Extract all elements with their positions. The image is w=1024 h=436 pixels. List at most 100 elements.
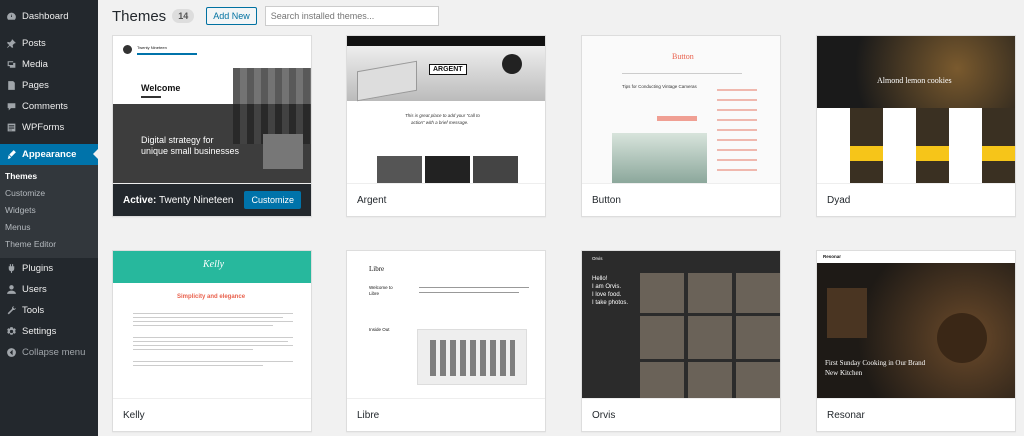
active-label: Active: [123,194,157,206]
preview-headline-2: unique small businesses [141,146,240,156]
theme-name: Twenty Nineteen [158,194,234,206]
submenu-theme-editor[interactable]: Theme Editor [0,236,98,253]
preview-logo: Button [672,52,694,61]
add-new-button[interactable]: Add New [206,7,257,25]
hero-image [417,329,527,385]
theme-card-kelly[interactable]: Kelly Simplicity and elegance Kelly [112,250,312,432]
sidebar-item-label: Posts [22,38,46,49]
sidebar-item-appearance[interactable]: Appearance [0,144,98,165]
brush-icon [5,149,17,161]
preview-welcome-1: Welcome to [369,285,393,290]
sidebar-item-comments[interactable]: Comments [0,96,98,117]
admin-sidebar: Dashboard Posts Media Pages Comments WPF… [0,0,98,436]
submenu-themes[interactable]: Themes [0,168,98,185]
preview-hero-title: Almond lemon cookies [877,76,952,85]
sidebar-item-label: Tools [22,305,45,316]
hero-image: ARGENT [347,46,545,102]
sidebar-item-label: WPForms [22,122,65,133]
preview-welcome: Welcome [141,83,181,93]
theme-card-orvis[interactable]: Orvis Hello! I am Orvis. I love food. I … [581,250,781,432]
theme-name: Orvis [582,399,780,431]
sidebar-item-label: Media [22,59,48,70]
theme-card-button[interactable]: Button Tips for Conducting Vintage Camer… [581,35,781,217]
preview-logo: Orvis [592,256,603,261]
pages-icon [5,80,17,92]
page-header: Themes 14 Add New [112,5,439,27]
submenu-menus[interactable]: Menus [0,219,98,236]
hero-image: Almond lemon cookies [817,36,1015,108]
collapse-menu-button[interactable]: Collapse menu [0,342,98,363]
theme-card-dyad[interactable]: Almond lemon cookies Dyad [816,35,1016,217]
dashboard-icon [5,11,17,23]
preview-headline-1: Digital strategy for [141,135,214,145]
preview-logo: Resonar [823,254,842,259]
preview-headline-2: New Kitchen [825,369,863,377]
sidebar-item-pages[interactable]: Pages [0,75,98,96]
sidebar-item-wpforms[interactable]: WPForms [0,117,98,138]
theme-screenshot: Twenty Nineteen Welcome Digital strategy… [113,36,311,184]
theme-screenshot: Almond lemon cookies [817,36,1015,184]
preview-welcome-2: Libre [369,291,380,296]
theme-screenshot: ARGENT This is great place to add your "… [347,36,545,184]
preview-site-title: Twenty Nineteen [137,45,167,50]
preview-logo: ARGENT [429,64,467,75]
collapse-icon [5,347,17,359]
page-title: Themes [112,7,167,25]
hero-image: Digital strategy for unique small busine… [113,68,311,183]
sidebar-item-users[interactable]: Users [0,279,98,300]
theme-screenshot: Orvis Hello! I am Orvis. I love food. I … [582,251,780,399]
sidebar-item-label: Dashboard [22,11,69,22]
preview-headline-1: First Sunday Cooking in Our Brand [825,359,926,367]
sidebar-item-label: Pages [22,80,49,91]
sidebar-item-label: Appearance [22,149,77,160]
theme-name: Libre [347,399,545,431]
wrench-icon [5,305,17,317]
submenu-widgets[interactable]: Widgets [0,202,98,219]
sidebar-item-label: Collapse menu [22,347,86,358]
sidebar-item-plugins[interactable]: Plugins [0,258,98,279]
preview-quote-2: action" with a brief message. [411,120,469,125]
sidebar-item-label: Users [22,284,47,295]
active-theme-bar: Active: Twenty Nineteen Customize [113,184,311,216]
theme-count-badge: 14 [172,9,195,23]
sidebar-item-label: Settings [22,326,57,337]
preview-inside: Inside Out [369,327,390,332]
preview-logo: Libre [369,265,385,273]
hero-image [640,273,780,398]
site-logo-icon [123,45,132,54]
sidebar-item-media[interactable]: Media [0,54,98,75]
preview-heading: Simplicity and elegance [177,294,246,300]
preview-post-title: Tips for Conducting Vintage Cameras [622,84,697,89]
customize-button[interactable]: Customize [244,191,301,209]
sidebar-item-posts[interactable]: Posts [0,33,98,54]
submenu-customize[interactable]: Customize [0,185,98,202]
form-icon [5,122,17,134]
theme-name: Dyad [817,184,1015,216]
sidebar-item-tools[interactable]: Tools [0,300,98,321]
hero-image: Kelly [113,251,311,283]
appearance-submenu: Themes Customize Widgets Menus Theme Edi… [0,165,98,258]
theme-name: Button [582,184,780,216]
preview-intro: Hello! I am Orvis. I love food. I take p… [592,276,629,306]
theme-screenshot: Resonar First Sunday Cooking in Our Bran… [817,251,1015,399]
theme-name: Argent [347,184,545,216]
search-input[interactable] [264,6,439,26]
user-icon [5,284,17,296]
theme-card-libre[interactable]: Libre Welcome to Libre Inside Out Libre [346,250,546,432]
theme-name: Kelly [113,399,311,431]
preview-quote-1: This is great place to add your "call to [405,113,480,118]
comment-icon [5,101,17,113]
theme-card-argent[interactable]: ARGENT This is great place to add your "… [346,35,546,217]
theme-card-resonar[interactable]: Resonar First Sunday Cooking in Our Bran… [816,250,1016,432]
hero-image: First Sunday Cooking in Our Brand New Ki… [817,263,1015,398]
theme-screenshot: Libre Welcome to Libre Inside Out [347,251,545,399]
theme-card-twenty-nineteen[interactable]: Twenty Nineteen Welcome Digital strategy… [112,35,312,217]
sidebar-item-settings[interactable]: Settings [0,321,98,342]
settings-icon [5,326,17,338]
sidebar-item-dashboard[interactable]: Dashboard [0,6,98,27]
media-icon [5,59,17,71]
pin-icon [5,38,17,50]
hero-image [612,133,707,183]
plugin-icon [5,263,17,275]
theme-screenshot: Kelly Simplicity and elegance [113,251,311,399]
